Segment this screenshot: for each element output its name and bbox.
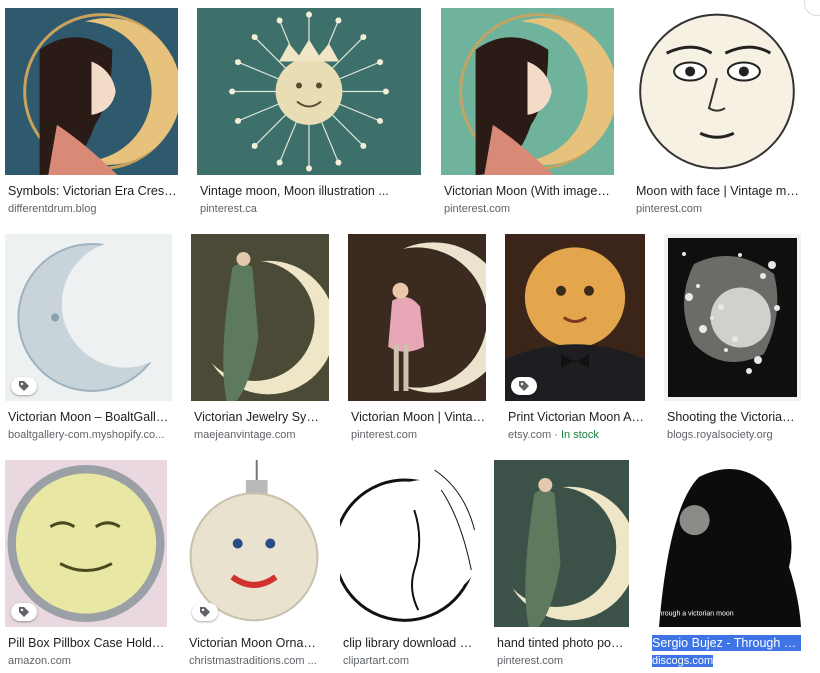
source-domain: boaltgallery-com.myshopify.co... (8, 429, 165, 441)
result-thumbnail[interactable] (197, 8, 421, 175)
result-title[interactable]: Print Victorian Moon Art... (508, 409, 645, 425)
result-source[interactable]: maejeanvintage.com (194, 428, 296, 442)
result-source[interactable]: differentdrum.blog (8, 202, 96, 216)
result-title[interactable]: Symbols: Victorian Era Cresce... (8, 183, 178, 199)
image-result-10[interactable]: Pill Box Pillbox Case Holder ... amazon.c… (5, 460, 167, 670)
image-result-12[interactable]: clip library download m... clipartart.com (340, 460, 475, 670)
image-result-8[interactable]: Print Victorian Moon Art... etsy.com · In… (505, 234, 645, 444)
source-domain: amazon.com (8, 655, 71, 667)
in-stock-badge: In stock (560, 429, 599, 441)
source-domain: etsy.com (508, 429, 552, 441)
image-result-6[interactable]: Victorian Jewelry Symb... maejeanvintage.… (191, 234, 329, 444)
image-result-11[interactable]: Victorian Moon Ornam... christmastraditio… (186, 460, 322, 670)
result-title[interactable]: Victorian Jewelry Symb... (194, 409, 329, 425)
image-result-3[interactable]: Victorian Moon (With images) ... pinteres… (441, 8, 614, 218)
result-source[interactable]: amazon.com (8, 654, 71, 668)
album-cover-caption: through a victorian moon (657, 610, 734, 617)
result-source[interactable]: pinterest.com (636, 202, 702, 216)
result-thumbnail[interactable] (340, 460, 475, 627)
image-result-4[interactable]: Moon with face | Vintage mo... pinterest.… (633, 8, 801, 218)
result-thumbnail[interactable] (186, 460, 322, 627)
result-source[interactable]: pinterest.ca (200, 202, 257, 216)
result-thumbnail[interactable] (664, 234, 801, 401)
result-thumbnail[interactable] (494, 460, 629, 627)
image-result-9[interactable]: Shooting the Victorian ... blogs.royalsoc… (664, 234, 801, 444)
source-domain: pinterest.com (636, 203, 703, 215)
source-domain: discogs.com (652, 655, 714, 667)
result-thumbnail[interactable] (191, 234, 329, 401)
result-source[interactable]: christmastraditions.com ... (189, 654, 317, 668)
image-result-5[interactable]: Victorian Moon – BoaltGaller... boaltgall… (5, 234, 172, 444)
result-source[interactable]: pinterest.com (497, 654, 563, 668)
image-result-14[interactable]: through a victorian moon Sergio Bujez - T… (649, 460, 801, 670)
result-title[interactable]: Victorian Moon Ornam... (189, 635, 322, 651)
result-title[interactable]: Moon with face | Vintage mo... (636, 183, 801, 199)
result-title[interactable]: hand tinted photo post... (497, 635, 629, 651)
result-thumbnail[interactable] (633, 8, 801, 175)
image-result-7[interactable]: Victorian Moon | Vintag... pinterest.com (348, 234, 486, 444)
result-thumbnail[interactable]: through a victorian moon (649, 460, 801, 627)
result-title[interactable]: clip library download m... (343, 635, 475, 651)
image-result-2[interactable]: Vintage moon, Moon illustration ... pinte… (197, 8, 421, 218)
result-source[interactable]: pinterest.com (351, 428, 417, 442)
source-domain: pinterest.com (444, 203, 511, 215)
result-thumbnail[interactable] (5, 234, 172, 401)
source-domain: clipartart.com (343, 655, 410, 667)
result-title[interactable]: Victorian Moon | Vintag... (351, 409, 486, 425)
result-title[interactable]: Pill Box Pillbox Case Holder ... (8, 635, 167, 651)
separator-dot: · (551, 429, 561, 441)
source-domain: blogs.royalsociety.org (667, 429, 773, 441)
source-domain: pinterest.com (351, 429, 418, 441)
result-source[interactable]: etsy.com · In stock (508, 428, 599, 442)
result-title[interactable]: Victorian Moon (With images) ... (444, 183, 614, 199)
result-title[interactable]: Vintage moon, Moon illustration ... (200, 183, 389, 199)
source-domain: differentdrum.blog (8, 203, 97, 215)
result-thumbnail[interactable] (441, 8, 614, 175)
result-title[interactable]: Shooting the Victorian ... (667, 409, 801, 425)
source-domain: pinterest.ca (200, 203, 257, 215)
result-source[interactable]: clipartart.com (343, 654, 409, 668)
image-result-13[interactable]: hand tinted photo post... pinterest.com (494, 460, 629, 670)
result-source[interactable]: boaltgallery-com.myshopify.co... (8, 428, 164, 442)
result-thumbnail[interactable] (505, 234, 645, 401)
product-tag-icon (192, 603, 218, 621)
result-source[interactable]: discogs.com (652, 654, 714, 668)
source-domain: pinterest.com (497, 655, 564, 667)
result-source[interactable]: blogs.royalsociety.org (667, 428, 773, 442)
source-domain: maejeanvintage.com (194, 429, 296, 441)
result-thumbnail[interactable] (5, 8, 178, 175)
result-source[interactable]: pinterest.com (444, 202, 510, 216)
source-domain: christmastraditions.com ... (189, 655, 317, 667)
product-tag-icon (11, 377, 37, 395)
result-title[interactable]: Sergio Bujez - Through a V... (652, 635, 801, 651)
result-title[interactable]: Victorian Moon – BoaltGaller... (8, 409, 172, 425)
scroll-corner-button[interactable] (804, 0, 820, 16)
result-thumbnail[interactable] (5, 460, 167, 627)
product-tag-icon (11, 603, 37, 621)
result-thumbnail[interactable] (348, 234, 486, 401)
product-tag-icon (511, 377, 537, 395)
image-result-1[interactable]: Symbols: Victorian Era Cresce... differen… (5, 8, 178, 218)
